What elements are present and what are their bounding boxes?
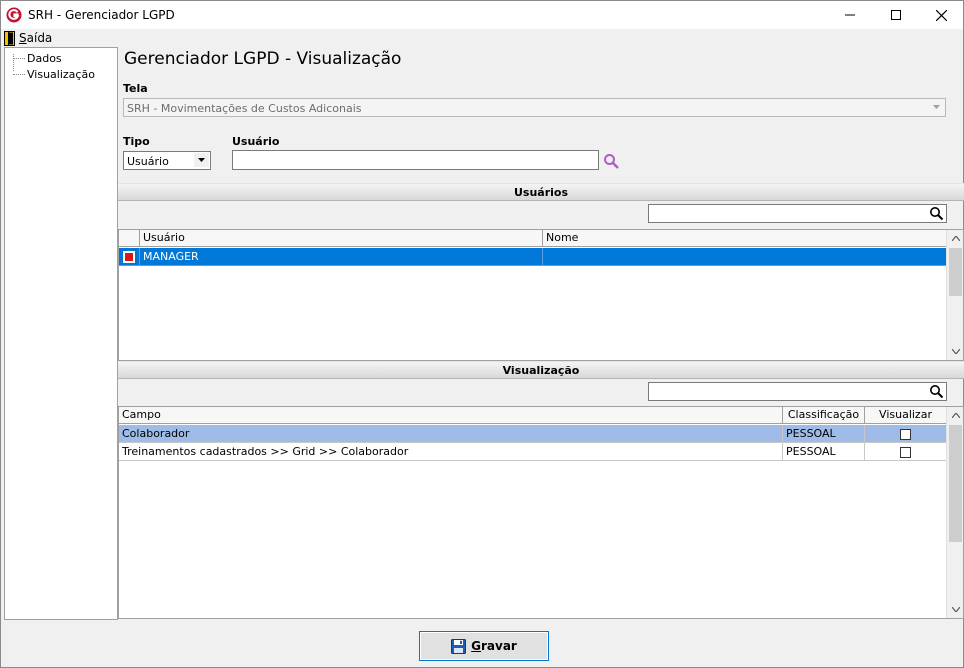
navigation-tree: Dados Visualização — [4, 47, 118, 620]
minimize-icon — [845, 14, 855, 16]
tree-item-visualizacao[interactable]: Visualização — [13, 67, 95, 81]
users-grid: Usuário Nome MANAGER — [118, 229, 964, 361]
tipo-select-value: Usuário — [127, 155, 169, 168]
users-search-input[interactable] — [648, 204, 947, 223]
users-section-header: Usuários — [118, 183, 964, 201]
view-col-campo[interactable]: Campo — [119, 407, 783, 424]
floppy-disk-icon — [451, 638, 467, 654]
scroll-thumb[interactable] — [949, 248, 962, 296]
usuario-label: Usuário — [232, 135, 280, 148]
tree-item-label: Dados — [27, 51, 62, 65]
tipo-select[interactable]: Usuário — [123, 151, 211, 170]
exit-door-icon — [4, 30, 15, 46]
maximize-icon — [891, 10, 901, 20]
view-search-input[interactable] — [648, 382, 947, 401]
scroll-down-icon[interactable] — [947, 343, 963, 360]
row-checkbox-cell[interactable] — [119, 248, 140, 266]
users-grid-scrollbar[interactable] — [946, 230, 963, 360]
cell-campo: Colaborador — [119, 425, 783, 443]
tree-item-label: Visualização — [27, 67, 95, 81]
tipo-label: Tipo — [123, 135, 150, 148]
search-icon[interactable] — [929, 206, 944, 221]
close-icon — [935, 9, 947, 21]
visualizar-checkbox[interactable] — [900, 428, 911, 440]
save-mnemonic: G — [471, 639, 481, 653]
menu-exit[interactable]: Saída — [4, 30, 52, 46]
table-row[interactable]: MANAGER — [119, 248, 947, 266]
chevron-down-icon — [933, 105, 940, 109]
title-bar: SRH - Gerenciador LGPD — [1, 1, 963, 29]
window-title: SRH - Gerenciador LGPD — [28, 8, 175, 22]
chevron-down-icon — [198, 158, 205, 162]
usuario-input[interactable] — [232, 150, 599, 170]
table-row[interactable]: Treinamentos cadastrados >> Grid >> Cola… — [119, 443, 947, 461]
tela-select-value: SRH - Movimentações de Custos Adiconais — [127, 102, 362, 115]
users-col-nome[interactable]: Nome — [543, 230, 947, 247]
table-row[interactable]: Colaborador PESSOAL — [119, 425, 947, 443]
view-grid-scrollbar[interactable] — [946, 407, 963, 618]
minimize-button[interactable] — [827, 1, 873, 29]
menu-bar: Saída — [1, 29, 963, 47]
users-col-usuario[interactable]: Usuário — [140, 230, 543, 247]
cell-visualizar[interactable] — [865, 425, 947, 443]
visualizar-checkbox[interactable] — [900, 446, 911, 458]
tela-dropdown-button[interactable] — [929, 100, 944, 114]
view-col-visualizar[interactable]: Visualizar — [865, 407, 947, 424]
checked-checkbox[interactable] — [123, 251, 135, 263]
app-logo-icon — [6, 7, 22, 23]
cell-usuario: MANAGER — [140, 248, 543, 266]
menu-exit-label: aída — [26, 31, 53, 45]
cell-classificacao: PESSOAL — [783, 425, 865, 443]
cell-nome — [543, 248, 947, 266]
view-col-classificacao[interactable]: Classificação — [783, 407, 865, 424]
scroll-up-icon[interactable] — [947, 230, 963, 247]
users-grid-check-header — [119, 230, 140, 247]
close-button[interactable] — [918, 1, 964, 29]
view-grid: Campo Classificação Visualizar Colaborad… — [118, 406, 964, 619]
tela-label: Tela — [123, 82, 148, 95]
view-section-header: Visualização — [118, 361, 964, 379]
scroll-up-icon[interactable] — [947, 407, 963, 424]
search-icon[interactable] — [929, 384, 944, 399]
scroll-down-icon[interactable] — [947, 601, 963, 618]
page-title: Gerenciador LGPD - Visualização — [124, 49, 402, 69]
save-button[interactable]: Gravar — [419, 631, 549, 661]
tela-select[interactable]: SRH - Movimentações de Custos Adiconais — [123, 98, 946, 117]
cell-classificacao: PESSOAL — [783, 443, 865, 461]
main-window: SRH - Gerenciador LGPD Saída Dados Visua — [0, 0, 964, 668]
tipo-dropdown-button[interactable] — [194, 153, 209, 167]
scroll-thumb[interactable] — [949, 425, 962, 542]
cell-campo: Treinamentos cadastrados >> Grid >> Cola… — [119, 443, 783, 461]
magnifier-icon[interactable] — [603, 153, 620, 170]
cell-visualizar[interactable] — [865, 443, 947, 461]
tree-item-dados[interactable]: Dados — [13, 51, 62, 65]
menu-exit-mnemonic: S — [19, 31, 27, 45]
maximize-button[interactable] — [873, 1, 919, 29]
save-label: ravar — [481, 639, 517, 653]
